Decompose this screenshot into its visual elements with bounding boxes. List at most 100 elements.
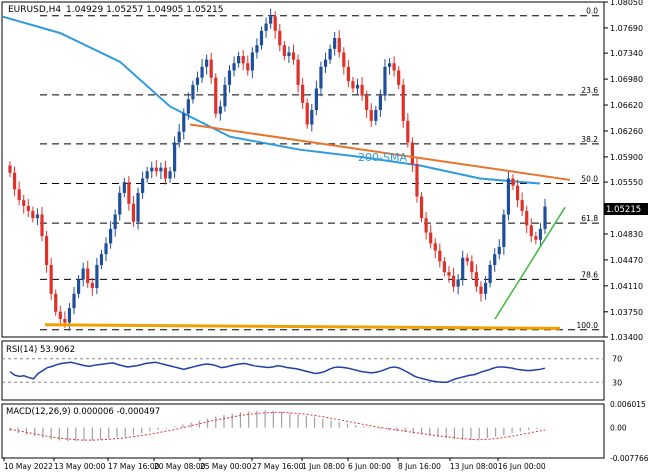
candle-body [163,167,168,179]
candle-body [493,254,497,265]
fib-level-label: 78.6 [581,270,598,279]
candle-body [410,142,414,165]
candle-body [415,164,419,197]
candle-body [223,84,227,107]
fibonacci-levels: 0.0 23.6 38.2 50.0 61.8 78.6 100.0 [40,7,600,331]
support-line [44,323,561,330]
candle-body [497,246,501,255]
candle-body [218,106,222,114]
candle-body [319,66,323,89]
candle-body [264,23,268,31]
candle-body [351,81,355,89]
candle-body [232,63,236,71]
candle-body [287,52,291,57]
candles [8,8,547,331]
sma-200-layer [1,15,541,185]
candle-body [360,84,364,96]
candle-body [355,84,360,89]
candle-body [209,59,213,78]
candle-body [534,236,538,240]
time-tick-label: 25 May 00:00 [200,462,252,471]
price-tick-label: 1.04830 [610,230,643,239]
time-tick-label: 17 May 16:00 [108,462,160,471]
time-tick-label: 13 May 00:00 [54,462,106,471]
price-tick-label: 1.03400 [610,333,643,342]
candle-body [72,293,76,309]
sma-200-line [1,15,541,185]
macd-tick-label: 0.00 [610,424,627,433]
rsi-layer: 70 30 [2,355,622,387]
macd-tick-label: -0.007766 [610,454,648,463]
trend-lines [44,123,571,330]
candle-body [26,205,30,211]
time-tick-label: 8 Jun 16:00 [398,462,441,471]
candle-body [433,243,437,251]
price-tick-label: 1.03750 [610,308,643,317]
candle-body [90,282,94,289]
candle-body [296,59,300,85]
price-tick-label: 1.07690 [610,24,643,33]
price-tick-label: 1.06620 [610,101,643,110]
candle-body [515,185,520,201]
candle-body [387,63,392,67]
candle-body [488,264,492,283]
candle-body [214,77,218,114]
price-tick-label: 1.04470 [610,256,643,265]
candle-body [374,110,378,121]
candle-body [54,293,58,312]
candle-body [145,171,149,179]
time-axis: 10 May 2022 13 May 00:00 17 May 16:0020 Ma… [3,458,546,471]
candle-body [310,110,314,125]
candle-body [191,84,195,100]
candle-body [177,131,181,143]
candle-body [291,52,296,60]
price-tick-label: 1.07340 [610,49,643,58]
candle-body [81,268,85,280]
last-price-tag: 1.05215 [606,205,641,215]
candle-body [49,264,53,294]
rsi-line [9,361,546,384]
candle-body [8,165,12,173]
price-tick-label: 1.05550 [610,178,643,187]
time-tick-label: 27 May 16:00 [252,462,304,471]
time-tick-label: 6 Jun 00:00 [348,462,391,471]
ohlc-readout: 1.04929 1.05257 1.04905 1.05215 [66,5,223,15]
chart-canvas: EURUSD,H4 1.04929 1.05257 1.04905 1.0521… [1,0,648,471]
candle-body [141,178,145,193]
candle-body [122,182,126,193]
time-tick-label: 10 May 2022 [4,462,53,471]
candle-body [401,84,405,121]
candle-body [429,232,433,244]
time-tick-label: 20 May 08:00 [154,462,206,471]
candle-body [113,214,117,229]
fib-level-label: 100.0 [577,321,599,330]
price-tick-label: 1.04110 [610,282,643,291]
candle-body [86,268,90,283]
candle-body [461,257,465,280]
candle-body [314,88,318,111]
candle-body [538,228,543,240]
candle-body [255,45,259,53]
candle-body [465,257,469,262]
candle-body [237,56,241,64]
time-tick-label: 13 Jun 08:00 [450,462,498,471]
candle-body [323,59,328,67]
candle-body [227,70,232,85]
candle-body [108,228,113,244]
candle-body [442,261,447,273]
fib-level-label: 61.8 [581,214,598,223]
candle-body [195,77,200,85]
candle-body [365,95,369,111]
candle-body [17,189,21,201]
candle-body [378,95,382,111]
candle-body [328,48,332,60]
candle-body [246,63,250,71]
candle-body [342,52,346,67]
candle-body [186,99,190,114]
candle-body [159,167,163,172]
candle-body [483,282,488,294]
time-tick-label: 1 Jun 08:00 [302,462,345,471]
price-axis: 1.08050 1.07690 1.07340 1.06980 1.06620 1.062… [604,0,643,342]
price-tick-label: 1.06260 [610,127,643,136]
candle-body [104,243,108,255]
